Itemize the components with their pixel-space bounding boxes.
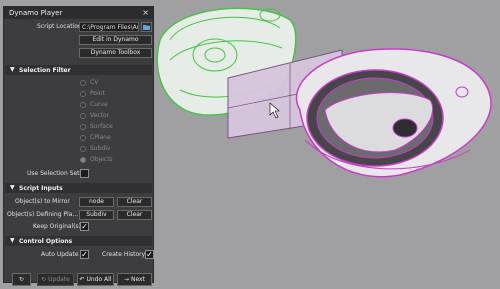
- script-inputs-header[interactable]: ▼ Script Inputs: [5, 183, 152, 193]
- update-button[interactable]: ↻ Update: [37, 273, 74, 286]
- control-options-header[interactable]: ▼ Control Options: [5, 236, 152, 246]
- keep-originals-checkbox[interactable]: ✓: [80, 222, 89, 231]
- mirror-objects-label: Object(s) to Mirror: [15, 198, 70, 205]
- dynamo-player-panel: Dynamo Player × Script Location C:\Progr…: [3, 6, 154, 286]
- folder-icon: [143, 25, 150, 30]
- radio-selected-icon: [80, 156, 86, 163]
- mirror-objects-select-button[interactable]: node: [79, 197, 114, 207]
- radio-icon: [80, 90, 86, 97]
- dynamo-toolbox-button[interactable]: Dynamo Toolbox: [79, 48, 152, 58]
- keep-originals-label: Keep Original(s): [33, 223, 82, 230]
- filter-radio-curve[interactable]: Curve: [80, 101, 108, 110]
- refresh-icon: ↻: [41, 276, 47, 283]
- reset-button[interactable]: ↻: [12, 273, 31, 286]
- filter-radio-cplane[interactable]: CPlane: [80, 134, 111, 143]
- checkmark-icon: ✓: [81, 222, 88, 231]
- filter-radio-subdiv[interactable]: Subdiv: [80, 145, 110, 154]
- panel-titlebar[interactable]: Dynamo Player ×: [4, 7, 153, 19]
- radio-icon: [80, 145, 86, 152]
- edit-in-dynamo-button[interactable]: Edit in Dynamo: [79, 35, 152, 45]
- filter-radio-point[interactable]: Point: [80, 90, 105, 99]
- radio-icon: [80, 79, 86, 86]
- arrow-right-icon: →: [124, 276, 130, 283]
- script-location-label: Script Location: [37, 23, 82, 30]
- collapse-arrow-icon: ▼: [10, 66, 15, 73]
- filter-radio-surface[interactable]: Surface: [80, 123, 113, 132]
- plane-objects-select-button[interactable]: Subdiv: [79, 210, 114, 220]
- plane-objects-clear-button[interactable]: Clear: [117, 210, 152, 220]
- script-location-field[interactable]: C:\Program Files\Au: [79, 22, 139, 32]
- radio-icon: [80, 112, 86, 119]
- collapse-arrow-icon: ▼: [10, 184, 15, 191]
- checkmark-icon: ✓: [146, 250, 153, 259]
- radio-icon: [80, 101, 86, 108]
- create-history-checkbox[interactable]: ✓: [145, 250, 154, 259]
- radio-icon: [80, 134, 86, 141]
- next-button[interactable]: → Next: [117, 273, 152, 286]
- plane-objects-label: Object(s) Defining Pla...: [7, 211, 79, 218]
- filter-radio-cv[interactable]: CV: [80, 79, 98, 88]
- use-selection-sets-label: Use Selection Sets: [27, 170, 83, 177]
- selection-filter-header[interactable]: ▼ Selection Filter: [5, 65, 152, 75]
- mirror-objects-clear-button[interactable]: Clear: [117, 197, 152, 207]
- auto-update-label: Auto Update: [41, 251, 79, 258]
- checkmark-icon: ✓: [81, 250, 88, 259]
- close-icon[interactable]: ×: [142, 8, 149, 17]
- auto-update-checkbox[interactable]: ✓: [80, 250, 89, 259]
- filter-radio-vector[interactable]: Vector: [80, 112, 109, 121]
- undo-all-button[interactable]: ↶ Undo All: [77, 273, 114, 286]
- undo-icon: ↶: [79, 276, 85, 283]
- create-history-label: Create History: [102, 251, 146, 258]
- browse-folder-button[interactable]: [141, 22, 152, 32]
- radio-icon: [80, 123, 86, 130]
- reset-icon: ↻: [18, 276, 25, 283]
- panel-title: Dynamo Player: [9, 9, 63, 17]
- collapse-arrow-icon: ▼: [10, 237, 15, 244]
- use-selection-sets-checkbox[interactable]: [80, 169, 89, 178]
- filter-radio-objects[interactable]: Objects: [80, 156, 113, 165]
